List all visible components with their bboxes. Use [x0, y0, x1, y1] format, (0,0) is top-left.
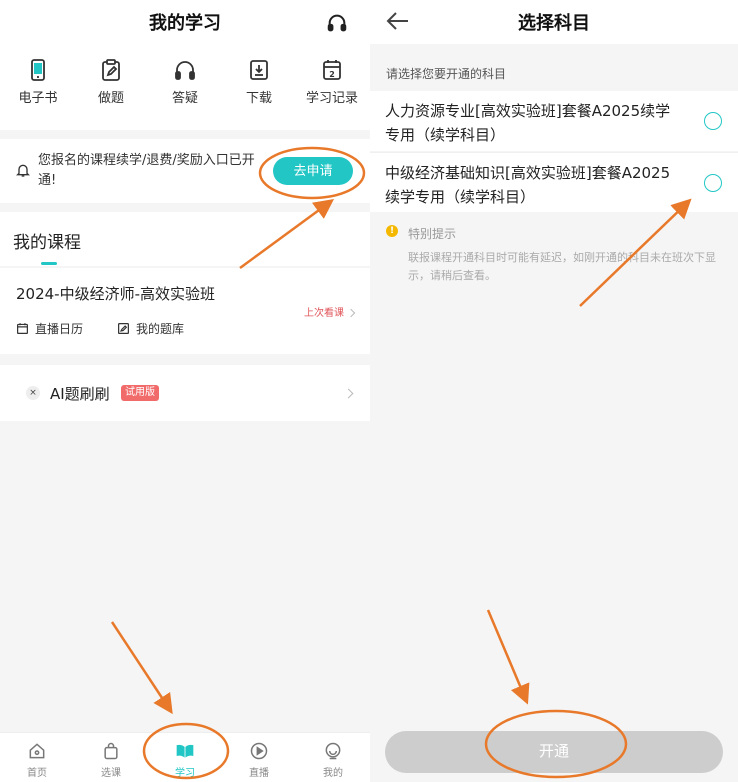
nav-mine[interactable]: 我的: [308, 741, 358, 779]
notice-banner: 您报名的课程续学/退费/奖励入口已开通! 去申请: [0, 139, 370, 203]
quick-item-label: 下载: [245, 91, 272, 106]
my-courses-header: 我的课程: [0, 212, 370, 266]
nav-live[interactable]: 直播: [234, 741, 284, 779]
question-bank-icon: [118, 323, 129, 334]
quick-item-label: 电子书: [18, 91, 58, 106]
top-bar: 选择科目: [370, 0, 738, 44]
nav-study[interactable]: 学习: [160, 741, 210, 779]
live-calendar-link[interactable]: 直播日历: [16, 320, 83, 337]
radio-button[interactable]: [704, 174, 722, 192]
subject-option[interactable]: 中级经济基础知识[高效实验班]套餐A2025续学专用（续学科目）: [370, 152, 738, 212]
tab-indicator: [41, 262, 57, 265]
home-icon: [29, 743, 45, 759]
notice-text: 您报名的课程续学/退费/奖励入口已开通!: [38, 153, 255, 188]
quick-item-practice[interactable]: 做题: [76, 58, 146, 106]
question-bank-link[interactable]: 我的题库: [117, 320, 184, 337]
question-bank-label: 我的题库: [136, 322, 185, 336]
bell-icon: [16, 164, 30, 177]
nav-label: 学习: [175, 768, 195, 779]
tip-body: 联报课程开通科目时可能有延迟，如刚开通的科目未在班次下显示，请稍后查看。: [408, 251, 716, 282]
calendar-small-icon: [17, 323, 28, 334]
play-circle-icon: [250, 742, 268, 760]
my-courses-title: 我的课程: [13, 233, 81, 253]
top-bar: 我的学习: [0, 0, 370, 44]
page-title: 我的学习: [149, 13, 221, 34]
course-card[interactable]: 2024-中级经济师-高效实验班 上次看课 直播日历 我的题库: [0, 268, 370, 354]
ai-practice-card[interactable]: × AI题刷刷 试用版: [0, 365, 370, 421]
clipboard-pen-icon: [102, 59, 120, 81]
smiley-icon: [325, 742, 341, 760]
course-name: 2024-中级经济师-高效实验班: [16, 285, 216, 303]
nav-label: 首页: [27, 768, 47, 779]
quick-item-label: 做题: [97, 91, 124, 106]
subject-option-label: 人力资源专业[高效实验班]套餐A2025续学专用（续学科目）: [385, 102, 671, 144]
quick-item-study-record[interactable]: 2 学习记录: [297, 58, 367, 106]
tip-title: 特别提示: [408, 227, 457, 241]
select-subject-screen: 选择科目 请选择您要开通的科目 人力资源专业[高效实验班]套餐A2025续学专用…: [370, 0, 738, 782]
bottom-nav: 首页 选课 学习 直播 我的: [0, 732, 370, 782]
download-tray-icon: [250, 60, 268, 80]
my-study-screen: 我的学习 电子书 做题 答疑 下载 2 学习记录 您报名的课程续学/退费/奖励入…: [0, 0, 370, 782]
nav-courses[interactable]: 选课: [86, 741, 136, 779]
subject-option[interactable]: 人力资源专业[高效实验班]套餐A2025续学专用（续学科目）: [370, 91, 738, 151]
select-prompt: 请选择您要开通的科目: [386, 67, 507, 81]
quick-item-ebook[interactable]: 电子书: [3, 58, 73, 106]
last-viewed-link[interactable]: 上次看课: [304, 304, 356, 319]
warning-icon: !: [386, 225, 398, 237]
chevron-right-icon: [343, 388, 354, 399]
chevron-right-icon: [346, 308, 356, 318]
live-calendar-label: 直播日历: [35, 322, 84, 336]
shopping-bag-icon: [104, 742, 118, 760]
ai-label: AI题刷刷: [50, 385, 110, 403]
page-title: 选择科目: [518, 13, 590, 34]
headphones-icon: [175, 61, 195, 80]
subject-option-label: 中级经济基础知识[高效实验班]套餐A2025续学专用（续学科目）: [385, 164, 671, 206]
trial-badge: 试用版: [121, 385, 159, 401]
ai-x-icon: ×: [26, 386, 40, 400]
open-book-icon: [176, 744, 194, 758]
svg-text:2: 2: [329, 70, 335, 79]
nav-label: 我的: [323, 768, 343, 779]
nav-label: 选课: [101, 768, 121, 779]
nav-home[interactable]: 首页: [12, 741, 62, 779]
open-button[interactable]: 开通: [385, 731, 723, 773]
quick-item-label: 学习记录: [305, 91, 358, 106]
calendar-icon: 2: [323, 60, 341, 80]
headset-icon[interactable]: [326, 12, 348, 34]
quick-entries: 电子书 做题 答疑 下载 2 学习记录: [0, 44, 370, 130]
radio-button[interactable]: [704, 112, 722, 130]
ebook-icon: [31, 59, 45, 81]
last-viewed-label: 上次看课: [304, 308, 344, 319]
quick-item-qa[interactable]: 答疑: [150, 58, 220, 106]
nav-label: 直播: [249, 768, 269, 779]
quick-item-label: 答疑: [171, 91, 198, 106]
quick-item-download[interactable]: 下载: [224, 58, 294, 106]
apply-button[interactable]: 去申请: [273, 157, 353, 185]
